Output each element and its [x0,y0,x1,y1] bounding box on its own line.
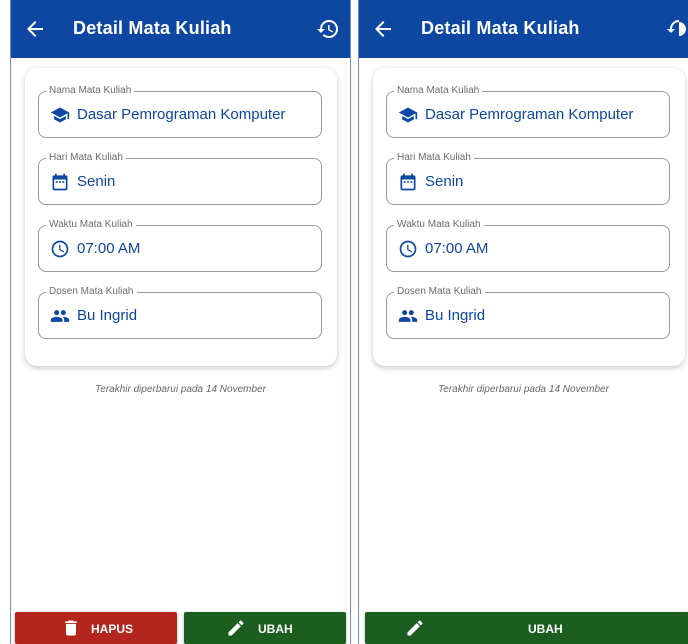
field-label: Dosen Mata Kuliah [394,286,485,298]
trash-icon [65,620,77,636]
pencil-icon [228,620,244,636]
field-label: Nama Mata Kuliah [394,85,483,97]
field-label: Hari Mata Kuliah [46,152,126,164]
field-value: 07:00 AM [425,240,489,257]
app-bar: Detail Mata Kuliah [11,0,350,58]
field-label: Dosen Mata Kuliah [46,286,137,298]
history-icon[interactable] [666,17,688,41]
field-value: Bu Ingrid [77,307,138,324]
page-title: Detail Mata Kuliah [73,18,232,38]
clock-icon [51,240,69,258]
field-value: Senin [77,173,116,190]
course-name-field[interactable]: Nama Mata Kuliah Dasar Pemrograman Kompu… [386,85,670,138]
field-value: Dasar Pemrograman Komputer [425,106,634,123]
last-updated-text: Terakhir diperbarui pada 14 November [438,384,609,395]
course-lecturer-field[interactable]: Dosen Mata Kuliah Bu Ingrid [386,286,670,339]
field-value: Dasar Pemrograman Komputer [77,106,286,123]
delete-button[interactable]: HAPUS [15,612,177,644]
edit-button-label: UBAH [258,622,293,636]
edit-button[interactable]: UBAH [365,612,688,644]
field-value: Bu Ingrid [425,307,486,324]
course-time-field[interactable]: Waktu Mata Kuliah 07:00 AM [386,219,670,272]
school-icon [50,107,70,123]
last-updated-text: Terakhir diperbarui pada 14 November [95,384,266,395]
calendar-icon [52,173,68,191]
arrow-left-icon[interactable] [23,17,47,41]
course-lecturer-field[interactable]: Dosen Mata Kuliah Bu Ingrid [38,286,322,339]
course-detail-card: Nama Mata Kuliah Dasar Pemrograman Kompu… [373,68,685,366]
course-day-field[interactable]: Hari Mata Kuliah Senin [386,152,670,205]
course-detail-card: Nama Mata Kuliah Dasar Pemrograman Kompu… [25,68,337,366]
field-label: Waktu Mata Kuliah [394,219,484,231]
course-name-field[interactable]: Nama Mata Kuliah Dasar Pemrograman Kompu… [38,85,322,138]
field-value: 07:00 AM [77,240,141,257]
course-day-field[interactable]: Hari Mata Kuliah Senin [38,152,322,205]
field-label: Waktu Mata Kuliah [46,219,136,231]
field-value: Senin [425,173,464,190]
clock-icon [399,240,417,258]
school-icon [398,107,418,123]
page-title: Detail Mata Kuliah [421,18,580,38]
detail-screen-right: Detail Mata Kuliah Nama Mata Kuliah Dasa… [358,0,688,644]
detail-screen-left: Detail Mata Kuliah Nama Mata Kuliah Dasa… [10,0,351,644]
field-label: Nama Mata Kuliah [46,85,135,97]
edit-button[interactable]: UBAH [184,612,346,644]
pencil-icon [407,620,423,636]
app-bar: Detail Mata Kuliah [359,0,688,58]
calendar-icon [400,173,416,191]
arrow-left-icon[interactable] [371,17,395,41]
field-label: Hari Mata Kuliah [394,152,474,164]
edit-button-label: UBAH [528,622,563,636]
course-time-field[interactable]: Waktu Mata Kuliah 07:00 AM [38,219,322,272]
people-icon [50,310,70,322]
history-icon[interactable] [316,17,340,41]
delete-button-label: HAPUS [91,622,134,636]
people-icon [398,310,418,322]
